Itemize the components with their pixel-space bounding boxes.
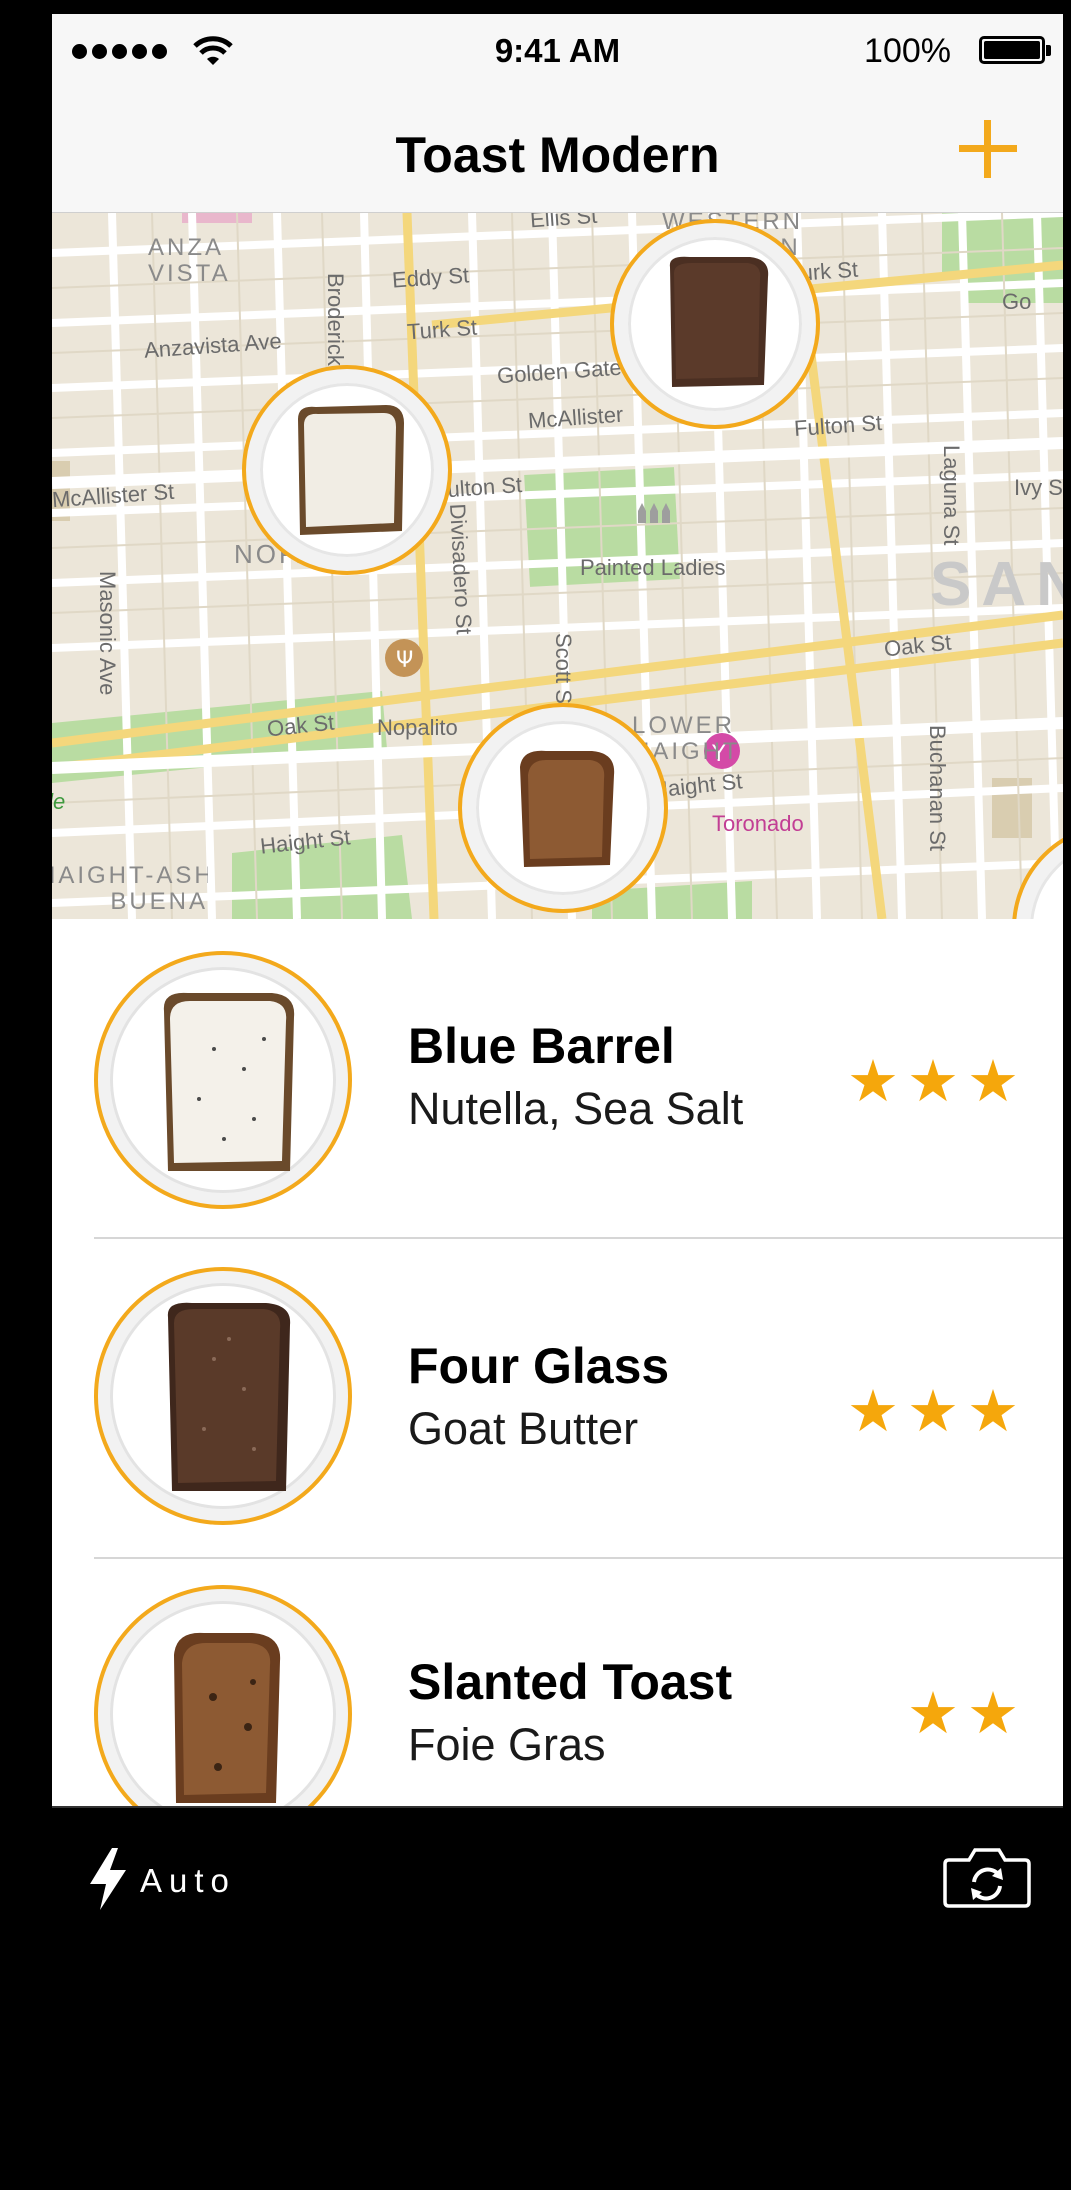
toast-topping: Foie Gras (408, 1719, 606, 1770)
navigation-bar: 9:41 AM 100% Toast Modern (52, 14, 1063, 213)
toast-name: Blue Barrel (408, 1018, 675, 1074)
toast-icon (520, 750, 615, 867)
phone-screen: 9:41 AM 100% Toast Modern Ψ Y ANZA VISTA… (52, 0, 1063, 2190)
map-label-toronado: Toronado (712, 811, 804, 836)
toast-name: Slanted Toast (408, 1654, 733, 1710)
map-pin-four-glass[interactable] (610, 219, 820, 429)
flash-mode-label[interactable]: Auto (140, 1862, 236, 1900)
toast-icon (174, 1632, 281, 1803)
map-label-ivy: Ivy St (1014, 475, 1063, 500)
map-pin-blue-barrel[interactable] (242, 365, 452, 575)
map-label-masonic: Masonic Ave (95, 571, 120, 696)
map-label-broderick: Broderick (323, 273, 348, 366)
list-item[interactable]: Slanted Toast Foie Gras ★★ (52, 1559, 1063, 1806)
camera-flip-icon[interactable] (941, 1844, 1033, 1910)
list-item[interactable]: Blue Barrel Nutella, Sea Salt ★★★ (52, 919, 1063, 1237)
map-label-nopalito: Nopalito (377, 715, 458, 740)
camera-panel: Auto (52, 1806, 1063, 2190)
lightning-icon[interactable] (86, 1846, 130, 1912)
battery-percentage: 100% (864, 32, 951, 70)
toast-thumbnail (94, 951, 352, 1209)
map-label-turk-left: Turk St (406, 314, 478, 345)
toast-icon (298, 405, 404, 535)
battery-icon (979, 36, 1045, 64)
map-label-go: Go (1002, 289, 1032, 314)
battery-tip (1046, 45, 1051, 56)
list-item[interactable]: Four Glass Goat Butter ★★★ (52, 1239, 1063, 1557)
map-label-haight-ashbury: HAIGHT-ASHBURY BUENA (52, 863, 208, 915)
map-view[interactable]: Ψ Y ANZA VISTA WESTERN ADDITION Ellis St… (52, 213, 1063, 919)
toast-topping: Nutella, Sea Salt (408, 1083, 744, 1134)
page-title: Toast Modern (395, 127, 720, 183)
star-rating: ★★★ (847, 1379, 1027, 1444)
toast-thumbnail (94, 1267, 352, 1525)
star-rating: ★★★ (847, 1049, 1027, 1114)
map-label-anza-vista: ANZA VISTA (148, 234, 231, 287)
star-rating: ★★ (907, 1681, 1027, 1746)
map-label-buchanan: Buchanan St (925, 725, 950, 851)
map-label-san-francisco: SAN (930, 550, 1063, 619)
map-label-panhandle: Panhandle (52, 789, 66, 814)
map-label-laguna: Laguna St (939, 445, 964, 546)
svg-text:Ψ: Ψ (396, 648, 413, 673)
plus-icon[interactable] (953, 114, 1023, 184)
toast-icon (163, 992, 295, 1171)
toast-name: Four Glass (408, 1338, 670, 1394)
toast-topping: Goat Butter (408, 1403, 639, 1454)
toast-icon (669, 256, 769, 387)
map-label-painted-ladies: Painted Ladies (580, 555, 726, 580)
map-label-eddy: Eddy St (391, 262, 470, 293)
map-pin-slanted-toast[interactable] (458, 703, 668, 913)
map-label-scott: Scott St (551, 633, 576, 711)
toast-thumbnail (94, 1585, 352, 1806)
toast-icon (167, 1302, 291, 1491)
toast-list: Blue Barrel Nutella, Sea Salt ★★★ Four G… (52, 919, 1063, 1806)
